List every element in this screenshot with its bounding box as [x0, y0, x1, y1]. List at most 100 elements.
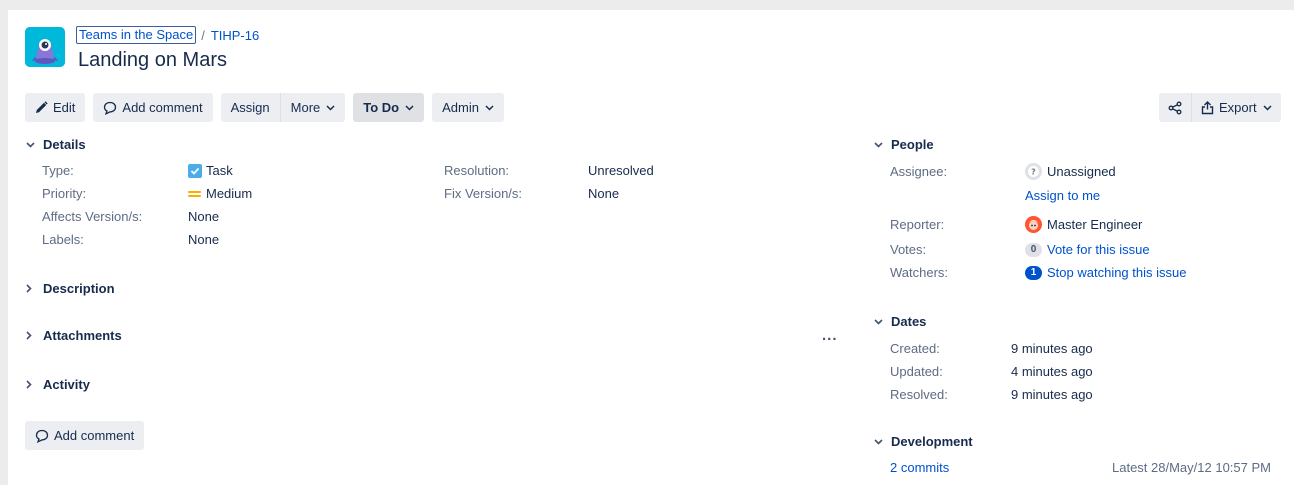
chevron-down-icon — [326, 104, 335, 111]
assignee-value-text: Unassigned — [1047, 164, 1116, 179]
type-value-text: Task — [206, 163, 233, 178]
issue-title[interactable]: Landing on Mars — [78, 49, 227, 72]
share-export-group: Export — [1159, 93, 1281, 122]
toolbar-right: Export — [1159, 93, 1281, 122]
development-heading: Development — [891, 434, 973, 449]
stop-watching-link[interactable]: Stop watching this issue — [1047, 265, 1186, 280]
export-button[interactable]: Export — [1191, 93, 1281, 122]
details-toggle[interactable]: Details — [26, 137, 86, 152]
edit-button-label: Edit — [53, 100, 76, 115]
affects-version-label: Affects Version/s: — [42, 209, 143, 224]
chevron-right-icon — [26, 284, 39, 293]
watchers-label: Watchers: — [890, 265, 949, 280]
comment-icon — [35, 429, 49, 443]
people-heading: People — [891, 137, 934, 152]
breadcrumb-project-link[interactable]: Teams in the Space — [76, 26, 197, 44]
chevron-down-icon — [1263, 104, 1272, 111]
breadcrumb: Teams in the Space / TIHP-16 — [76, 26, 259, 44]
comment-icon — [103, 101, 117, 115]
people-toggle[interactable]: People — [874, 137, 934, 152]
status-button-label: To Do — [363, 100, 400, 115]
description-toggle[interactable]: Description — [26, 281, 115, 296]
priority-medium-icon — [188, 189, 201, 199]
reporter-label: Reporter: — [890, 217, 945, 232]
bottom-add-comment-button[interactable]: Add comment — [25, 421, 145, 450]
dates-toggle[interactable]: Dates — [874, 314, 926, 329]
type-label: Type: — [42, 163, 74, 178]
priority-label: Priority: — [42, 186, 87, 201]
details-heading: Details — [43, 137, 86, 152]
pencil-icon — [35, 101, 48, 114]
chevron-right-icon — [26, 380, 39, 389]
status-button[interactable]: To Do — [353, 93, 425, 122]
reporter-value-text: Master Engineer — [1047, 217, 1143, 232]
chevron-down-icon — [26, 141, 39, 148]
task-checkbox-icon — [188, 163, 202, 178]
export-icon — [1201, 100, 1214, 115]
share-icon — [1168, 101, 1182, 115]
updated-label: Updated: — [890, 364, 943, 379]
description-heading: Description — [43, 281, 115, 296]
breadcrumb-issue-key-link[interactable]: TIHP-16 — [211, 28, 259, 43]
add-comment-button-label: Add comment — [122, 100, 203, 115]
chevron-down-icon — [874, 438, 887, 445]
fix-version-label: Fix Version/s: — [444, 186, 523, 201]
fix-version-value: None — [588, 186, 620, 201]
add-comment-button[interactable]: Add comment — [93, 93, 213, 122]
reporter-avatar — [1025, 216, 1042, 233]
resolution-value: Unresolved — [588, 163, 654, 178]
labels-value[interactable]: None — [188, 232, 219, 247]
project-avatar[interactable] — [25, 27, 65, 67]
priority-value-text: Medium — [206, 186, 253, 201]
chevron-right-icon — [26, 331, 39, 340]
breadcrumb-separator: / — [201, 27, 205, 43]
activity-toggle[interactable]: Activity — [26, 377, 90, 392]
priority-value: Medium — [188, 186, 252, 201]
latest-commit-time: Latest 28/May/12 10:57 PM — [1112, 460, 1271, 475]
watchers-count-badge: 1 — [1025, 265, 1042, 280]
resolved-value: 9 minutes ago — [1011, 387, 1093, 402]
updated-value: 4 minutes ago — [1011, 364, 1093, 379]
resolved-label: Resolved: — [890, 387, 948, 402]
affects-version-value: None — [188, 209, 220, 224]
chevron-down-icon — [485, 104, 494, 111]
unassigned-avatar-icon: ? — [1025, 163, 1042, 180]
votes-label: Votes: — [890, 242, 927, 257]
attachments-more-button[interactable]: ... — [822, 327, 838, 344]
assignee-label: Assignee: — [890, 164, 948, 179]
attachments-toggle[interactable]: Attachments — [26, 328, 122, 343]
votes-count-badge: 0 — [1025, 242, 1042, 257]
development-toggle[interactable]: Development — [874, 434, 973, 449]
chevron-down-icon — [874, 141, 887, 148]
assign-button[interactable]: Assign — [220, 93, 280, 122]
svg-text:?: ? — [1031, 168, 1036, 177]
issue-page: Teams in the Space / TIHP-16 Landing on … — [8, 10, 1294, 485]
more-button-label: More — [290, 100, 321, 115]
chevron-down-icon — [874, 318, 887, 325]
assign-to-me-link[interactable]: Assign to me — [1025, 188, 1100, 203]
created-label: Created: — [890, 341, 940, 356]
resolution-label: Resolution: — [444, 163, 510, 178]
share-button[interactable] — [1159, 93, 1191, 122]
type-value: Task — [188, 163, 233, 178]
workflow-button-group: Assign More — [220, 93, 346, 122]
bottom-add-comment-label: Add comment — [54, 428, 135, 443]
chevron-down-icon — [405, 104, 414, 111]
watchers-value: 1 Stop watching this issue — [1025, 265, 1186, 280]
edit-button[interactable]: Edit — [25, 93, 86, 122]
issue-toolbar: Edit Add comment Assign More To Do Admin — [25, 93, 504, 122]
activity-heading: Activity — [43, 377, 90, 392]
assignee-value: ? Unassigned — [1025, 163, 1116, 180]
admin-button[interactable]: Admin — [432, 93, 504, 122]
created-value: 9 minutes ago — [1011, 341, 1093, 356]
attachments-heading: Attachments — [43, 328, 122, 343]
votes-value: 0 Vote for this issue — [1025, 242, 1150, 257]
labels-label: Labels: — [42, 232, 84, 247]
more-button[interactable]: More — [279, 93, 346, 122]
commits-link[interactable]: 2 commits — [890, 460, 949, 475]
vote-link[interactable]: Vote for this issue — [1047, 242, 1150, 257]
export-button-label: Export — [1219, 100, 1257, 115]
reporter-value: Master Engineer — [1025, 216, 1142, 233]
rocket-creature-icon — [25, 27, 65, 67]
admin-button-label: Admin — [442, 100, 479, 115]
